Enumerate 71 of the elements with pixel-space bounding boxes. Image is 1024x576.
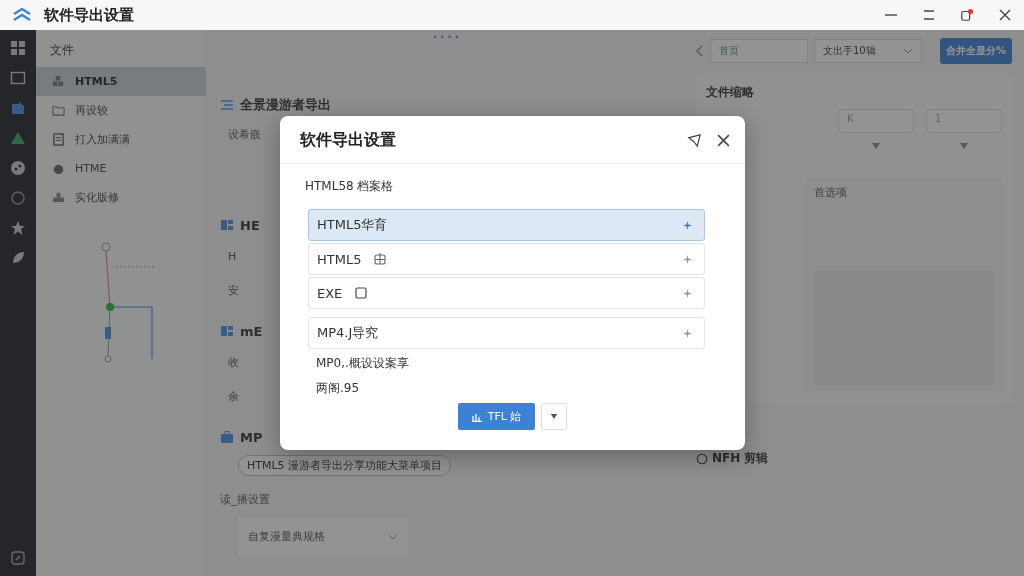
format-option[interactable]: MP4.J导究 bbox=[308, 317, 705, 349]
sidebar-item[interactable]: 实化版修 bbox=[36, 183, 206, 212]
tray-icon bbox=[52, 191, 65, 204]
clock-icon bbox=[696, 452, 708, 465]
grid-icon bbox=[373, 252, 388, 266]
setting-label: 余 bbox=[228, 389, 239, 405]
cubes-icon bbox=[52, 75, 65, 88]
doc-icon bbox=[52, 133, 65, 146]
note-text: 两阁.95 bbox=[315, 380, 361, 397]
chevron-icon bbox=[388, 533, 398, 540]
dialog-title: 软件导出设置 bbox=[300, 130, 397, 151]
feature-chip[interactable]: HTML5 漫游者导出分享功能大菜单项目 bbox=[238, 455, 452, 476]
grid-icon[interactable] bbox=[10, 40, 26, 56]
close-icon[interactable] bbox=[998, 8, 1012, 22]
format-option[interactable]: HTML5 bbox=[308, 243, 705, 275]
section-title: NFH 剪辑 bbox=[712, 450, 769, 467]
format-option[interactable]: EXE bbox=[308, 277, 705, 309]
select-field[interactable]: 自复漫量典规格 bbox=[238, 517, 408, 556]
format-option[interactable]: HTML5华育 bbox=[308, 209, 705, 241]
sparkle-icon bbox=[683, 288, 692, 298]
section-label: HTML58 档案格 bbox=[305, 178, 395, 195]
panel-title: 文件缩略 bbox=[706, 84, 755, 101]
maximize-icon[interactable] bbox=[922, 8, 936, 22]
sidebar-item[interactable]: 再设较 bbox=[36, 96, 206, 125]
caret-icon bbox=[550, 414, 559, 419]
window-title: 软件导出设置 bbox=[44, 5, 134, 25]
dots-icon[interactable] bbox=[10, 160, 26, 176]
section-title: MP bbox=[240, 429, 263, 445]
sparkle-icon bbox=[683, 328, 692, 338]
setting-label: 收 bbox=[228, 355, 239, 371]
shape-icon[interactable] bbox=[10, 100, 26, 116]
sparkle-icon bbox=[683, 254, 692, 264]
ring-icon[interactable] bbox=[10, 190, 26, 206]
preview-label: 首选项 bbox=[814, 185, 848, 200]
square-icon bbox=[354, 286, 369, 300]
list-icon bbox=[220, 98, 234, 112]
section-title: mE bbox=[240, 323, 263, 339]
sidebar-item[interactable]: 打入加满满 bbox=[36, 125, 206, 154]
setting-label: 安 bbox=[228, 283, 239, 299]
page-indicator: • • • • bbox=[431, 32, 461, 44]
chart-icon bbox=[471, 411, 482, 422]
dropdown-button[interactable] bbox=[541, 403, 568, 430]
star-icon[interactable] bbox=[10, 220, 26, 236]
section-title: HE bbox=[240, 217, 260, 233]
close-icon[interactable] bbox=[716, 133, 731, 148]
logo-icon bbox=[12, 8, 32, 22]
merge-button[interactable]: 合并全显分% bbox=[939, 38, 1012, 64]
chevron-icon bbox=[903, 48, 913, 54]
blocks-icon bbox=[220, 324, 234, 338]
send-icon[interactable] bbox=[687, 133, 702, 148]
folder-icon bbox=[52, 104, 65, 117]
sidebar-header: 文件 bbox=[49, 42, 75, 59]
format-dropdown[interactable]: 文出手10辑 bbox=[814, 39, 922, 63]
caret-icon bbox=[871, 143, 881, 149]
caret-icon bbox=[959, 143, 969, 149]
triangle-icon[interactable] bbox=[10, 130, 26, 146]
setting-label: H bbox=[228, 249, 237, 265]
back-icon[interactable] bbox=[696, 45, 704, 57]
sidebar-item[interactable]: HTME bbox=[36, 154, 206, 183]
export-icon[interactable] bbox=[10, 550, 26, 566]
blocks-icon bbox=[220, 218, 234, 232]
sparkle-icon bbox=[683, 220, 692, 230]
setting-label: 设希嵌 bbox=[228, 127, 261, 143]
breadcrumb-field[interactable]: 首页 bbox=[710, 39, 808, 63]
note-text: MP0,.概设设案享 bbox=[315, 355, 410, 372]
notification-icon[interactable] bbox=[960, 8, 974, 22]
settings-label: 读_播设置 bbox=[219, 492, 271, 508]
section-title: 全景漫游者导出 bbox=[240, 96, 331, 114]
sidebar-item[interactable]: HTML5 bbox=[36, 67, 206, 96]
export-button[interactable]: TFL 始 bbox=[457, 403, 536, 430]
briefcase-icon bbox=[220, 430, 234, 444]
